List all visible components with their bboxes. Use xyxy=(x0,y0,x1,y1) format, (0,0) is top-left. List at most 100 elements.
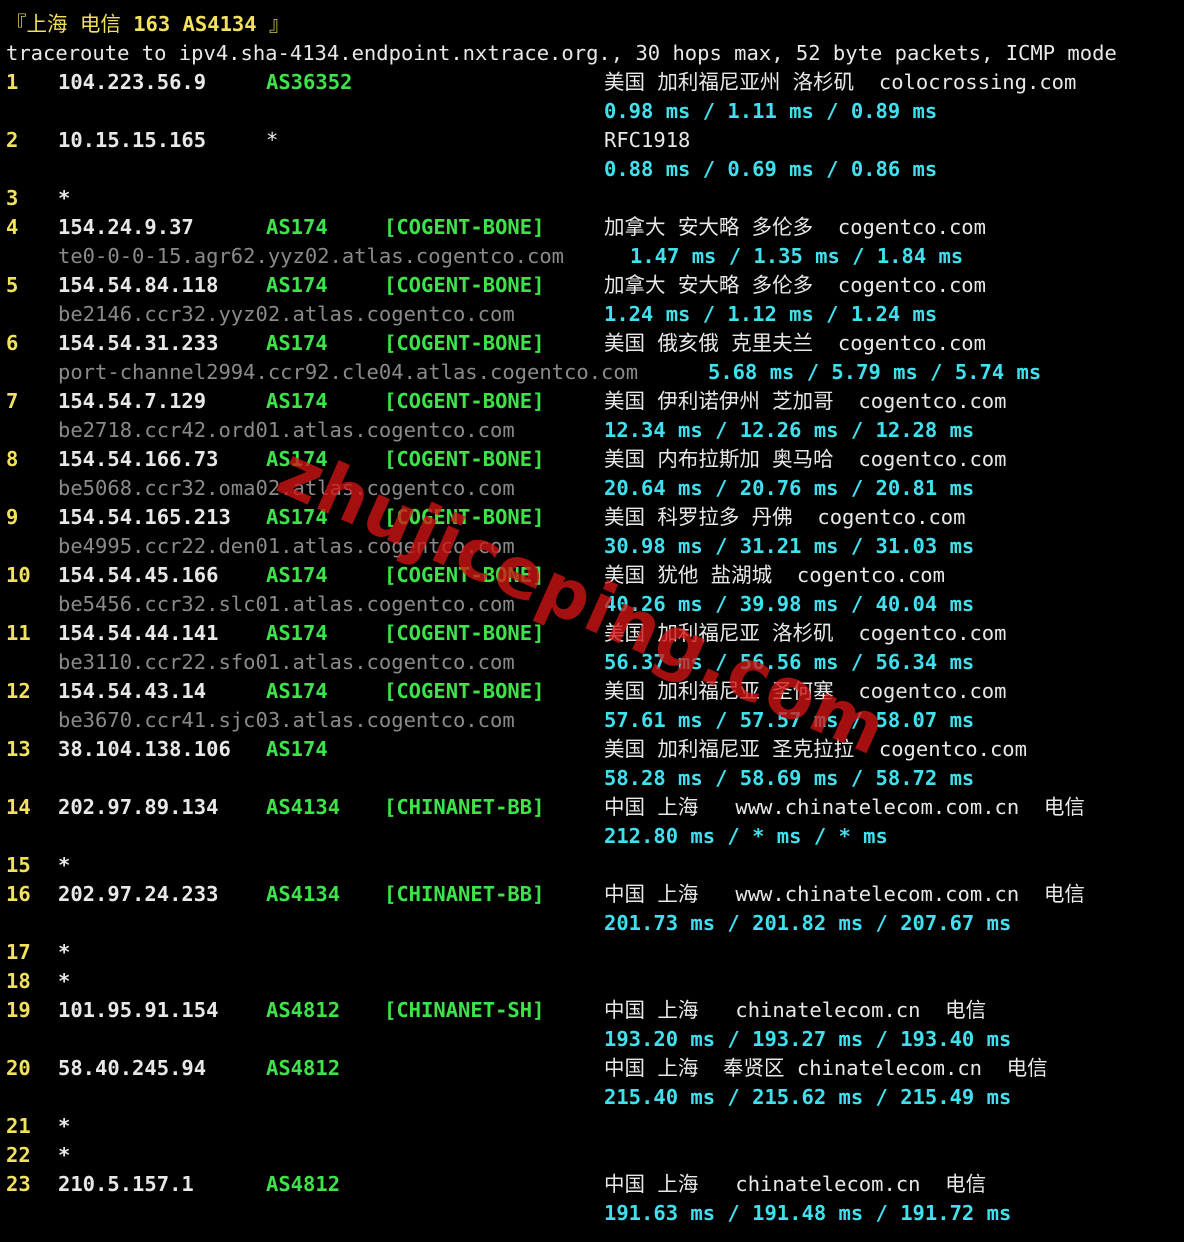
hop-number: 10 xyxy=(6,563,31,587)
hop-hostname: be3670.ccr41.sjc03.atlas.cogentco.com xyxy=(58,708,515,732)
hop-geo: 中国 上海 chinatelecom.cn 电信 xyxy=(604,1172,987,1196)
hop-asn: AS174 xyxy=(266,621,328,645)
hop-number: 12 xyxy=(6,679,31,703)
hop-asn: AS4812 xyxy=(266,1172,341,1196)
hop-asn: AS36352 xyxy=(266,70,353,94)
hop-number: 18 xyxy=(6,969,31,993)
hop-geo: 美国 内布拉斯加 奥马哈 cogentco.com xyxy=(604,447,1007,471)
hop-rtt: 20.64 ms / 20.76 ms / 20.81 ms xyxy=(604,476,975,500)
hop-number: 7 xyxy=(6,389,19,413)
hop-asn: AS174 xyxy=(266,215,328,239)
hop-hostname: port-channel2994.ccr92.cle04.atlas.cogen… xyxy=(58,360,639,384)
traceroute-command: traceroute to ipv4.sha-4134.endpoint.nxt… xyxy=(6,41,1117,65)
hop-number: 11 xyxy=(6,621,31,645)
hop-ip: 154.24.9.37 xyxy=(58,215,194,239)
hop-number: 16 xyxy=(6,882,31,906)
hop-geo: 中国 上海 奉贤区 chinatelecom.cn 电信 xyxy=(604,1056,1048,1080)
hop-geo: 美国 犹他 盐湖城 cogentco.com xyxy=(604,563,945,587)
hop-number: 13 xyxy=(6,737,31,761)
terminal-window: 『上海 电信 163 AS4134 』 traceroute to ipv4.s… xyxy=(0,0,1184,1242)
hop-number: 4 xyxy=(6,215,19,239)
hop-geo: 美国 伊利诺伊州 芝加哥 cogentco.com xyxy=(604,389,1007,413)
hop-rtt: 212.80 ms / * ms / * ms xyxy=(604,824,888,848)
hop-number: 5 xyxy=(6,273,19,297)
hop-network-tag: [COGENT-BONE] xyxy=(384,447,545,471)
hop-asn: AS4812 xyxy=(266,1056,341,1080)
hop-number: 19 xyxy=(6,998,31,1022)
hop-number: 1 xyxy=(6,70,19,94)
hop-asn: AS4812 xyxy=(266,998,341,1022)
hop-geo: 美国 科罗拉多 丹佛 cogentco.com xyxy=(604,505,966,529)
hop-rtt: 193.20 ms / 193.27 ms / 193.40 ms xyxy=(604,1027,1012,1051)
hop-geo: RFC1918 xyxy=(604,128,691,152)
hop-number: 15 xyxy=(6,853,31,877)
hop-asn: AS174 xyxy=(266,389,328,413)
hop-ip: 154.54.31.233 xyxy=(58,331,219,355)
hop-ip: 154.54.45.166 xyxy=(58,563,219,587)
hop-rtt: 12.34 ms / 12.26 ms / 12.28 ms xyxy=(604,418,975,442)
hop-rtt: 30.98 ms / 31.21 ms / 31.03 ms xyxy=(604,534,975,558)
hop-ip: 101.95.91.154 xyxy=(58,998,219,1022)
hop-rtt: 1.24 ms / 1.12 ms / 1.24 ms xyxy=(604,302,938,326)
hop-number: 3 xyxy=(6,186,19,210)
hop-ip: 202.97.24.233 xyxy=(58,882,219,906)
hop-ip: 154.54.43.14 xyxy=(58,679,207,703)
hop-ip: * xyxy=(58,1143,71,1167)
hop-network-tag: [CHINANET-SH] xyxy=(384,998,545,1022)
hop-number: 8 xyxy=(6,447,19,471)
hop-rtt: 191.63 ms / 191.48 ms / 191.72 ms xyxy=(604,1201,1012,1225)
hop-hostname: be2146.ccr32.yyz02.atlas.cogentco.com xyxy=(58,302,515,326)
hop-asn: AS4134 xyxy=(266,795,341,819)
hop-rtt: 5.68 ms / 5.79 ms / 5.74 ms xyxy=(708,360,1042,384)
hop-rtt: 215.40 ms / 215.62 ms / 215.49 ms xyxy=(604,1085,1012,1109)
hop-ip: 154.54.84.118 xyxy=(58,273,219,297)
hop-network-tag: [COGENT-BONE] xyxy=(384,273,545,297)
hop-ip: * xyxy=(58,940,71,964)
hop-rtt: 58.28 ms / 58.69 ms / 58.72 ms xyxy=(604,766,975,790)
title-close: 』 xyxy=(256,12,290,36)
hop-hostname: be5456.ccr32.slc01.atlas.cogentco.com xyxy=(58,592,515,616)
hop-hostname: be3110.ccr22.sfo01.atlas.cogentco.com xyxy=(58,650,515,674)
hop-asn: AS174 xyxy=(266,737,328,761)
hop-ip: 202.97.89.134 xyxy=(58,795,219,819)
hop-ip: 154.54.165.213 xyxy=(58,505,231,529)
trace-title: 『上海 电信 163 AS4134 』 xyxy=(6,10,289,39)
hop-asn: AS174 xyxy=(266,563,328,587)
title-location: 『上海 电信 xyxy=(6,12,134,36)
hop-network-tag: [COGENT-BONE] xyxy=(384,331,545,355)
hop-asn: * xyxy=(266,128,279,152)
hop-geo: 美国 俄亥俄 克里夫兰 cogentco.com xyxy=(604,331,986,355)
hop-geo: 中国 上海 chinatelecom.cn 电信 xyxy=(604,998,987,1022)
hop-number: 14 xyxy=(6,795,31,819)
hop-ip: * xyxy=(58,1114,71,1138)
hop-geo: 中国 上海 www.chinatelecom.com.cn 电信 xyxy=(604,882,1085,906)
hop-ip: * xyxy=(58,969,71,993)
hop-network-tag: [CHINANET-BB] xyxy=(384,882,545,906)
hop-ip: * xyxy=(58,186,71,210)
hop-number: 23 xyxy=(6,1172,31,1196)
hop-ip: 154.54.44.141 xyxy=(58,621,219,645)
hop-geo: 加拿大 安大略 多伦多 cogentco.com xyxy=(604,215,986,239)
hop-network-tag: [COGENT-BONE] xyxy=(384,621,545,645)
hop-ip: 154.54.166.73 xyxy=(58,447,219,471)
hop-asn: AS174 xyxy=(266,331,328,355)
hop-number: 21 xyxy=(6,1114,31,1138)
hop-geo: 加拿大 安大略 多伦多 cogentco.com xyxy=(604,273,986,297)
hop-ip: 58.40.245.94 xyxy=(58,1056,207,1080)
hop-ip: 104.223.56.9 xyxy=(58,70,207,94)
hop-number: 6 xyxy=(6,331,19,355)
hop-hostname: te0-0-0-15.agr62.yyz02.atlas.cogentco.co… xyxy=(58,244,565,268)
hop-network-tag: [COGENT-BONE] xyxy=(384,679,545,703)
hop-rtt: 0.88 ms / 0.69 ms / 0.86 ms xyxy=(604,157,938,181)
hop-hostname: be2718.ccr42.ord01.atlas.cogentco.com xyxy=(58,418,515,442)
hop-rtt: 1.47 ms / 1.35 ms / 1.84 ms xyxy=(630,244,964,268)
hop-number: 17 xyxy=(6,940,31,964)
hop-network-tag: [COGENT-BONE] xyxy=(384,215,545,239)
hop-number: 20 xyxy=(6,1056,31,1080)
hop-number: 22 xyxy=(6,1143,31,1167)
hop-geo: 美国 加利福尼亚州 洛杉矶 colocrossing.com xyxy=(604,70,1077,94)
hop-asn: AS174 xyxy=(266,273,328,297)
hop-number: 9 xyxy=(6,505,19,529)
hop-rtt: 0.98 ms / 1.11 ms / 0.89 ms xyxy=(604,99,938,123)
hop-asn: AS174 xyxy=(266,679,328,703)
